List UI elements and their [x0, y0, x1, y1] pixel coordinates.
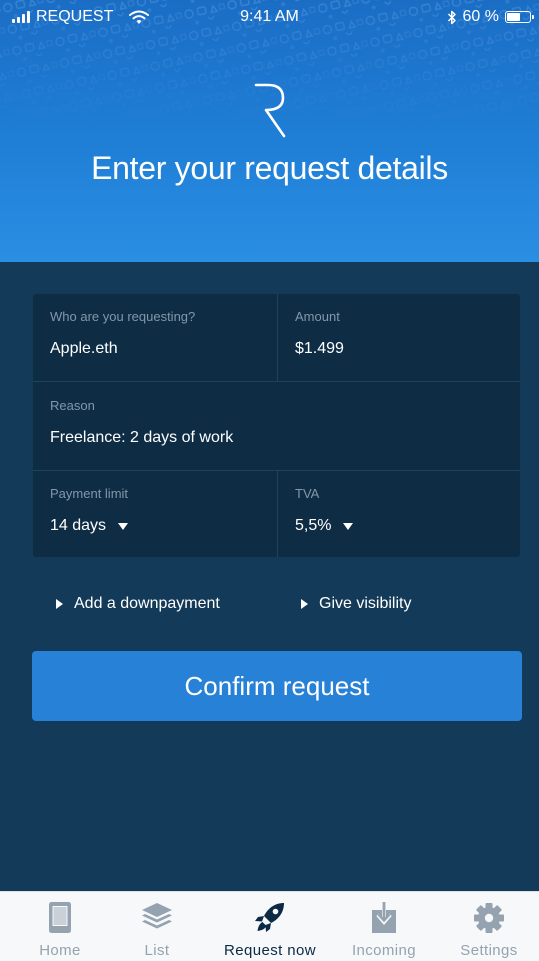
tva-select[interactable]: TVA 5,5%	[278, 471, 520, 557]
divider	[277, 294, 278, 381]
tab-settings-label: Settings	[460, 942, 518, 959]
tva-value-wrap: 5,5%	[295, 517, 354, 535]
reason-label: Reason	[50, 398, 95, 413]
caret-down-icon	[343, 522, 354, 530]
status-bar: REQUEST 9:41 AM 60 %	[0, 0, 539, 34]
requestee-field[interactable]: Who are you requesting? Apple.eth	[33, 294, 277, 381]
rocket-icon	[255, 903, 284, 932]
gear-icon	[474, 903, 504, 933]
reason-field[interactable]: Reason Freelance: 2 days of work	[33, 382, 520, 470]
battery-percent: 60 %	[462, 8, 499, 25]
payment-limit-select[interactable]: Payment limit 14 days	[33, 471, 277, 557]
tab-request-now[interactable]: Request now	[216, 892, 324, 961]
amount-field[interactable]: Amount $1.499	[278, 294, 520, 381]
header: REQUEST 9:41 AM 60 % Enter your request …	[0, 0, 539, 262]
requestee-label: Who are you requesting?	[50, 309, 196, 324]
layers-icon	[142, 903, 172, 929]
tab-incoming[interactable]: Incoming	[330, 892, 438, 961]
tva-value: 5,5%	[295, 517, 332, 534]
request-form: Who are you requesting? Apple.eth Amount…	[33, 294, 520, 557]
tab-list[interactable]: List	[103, 892, 211, 961]
caret-down-icon	[118, 522, 129, 530]
divider	[277, 471, 278, 557]
amount-label: Amount	[295, 309, 340, 324]
battery-icon	[505, 11, 534, 23]
tab-home[interactable]: Home	[6, 892, 114, 961]
requestee-value: Apple.eth	[50, 340, 118, 357]
tab-request-now-label: Request now	[224, 942, 316, 959]
tab-settings[interactable]: Settings	[435, 892, 539, 961]
confirm-request-button[interactable]: Confirm request	[32, 651, 522, 721]
caret-right-icon	[301, 599, 308, 609]
add-downpayment-toggle[interactable]: Add a downpayment	[56, 595, 220, 613]
payment-limit-value: 14 days	[50, 517, 107, 534]
payment-limit-value-wrap: 14 days	[50, 517, 129, 535]
add-downpayment-label: Add a downpayment	[74, 595, 220, 612]
tab-incoming-label: Incoming	[351, 942, 417, 959]
payment-limit-label: Payment limit	[50, 486, 129, 501]
caret-right-icon	[56, 599, 63, 609]
amount-value: $1.499	[295, 340, 344, 357]
tab-bar: Home List Request now Incoming Settings	[0, 891, 539, 961]
tva-label: TVA	[295, 486, 320, 501]
page-title: Enter your request details	[91, 150, 448, 186]
give-visibility-label: Give visibility	[319, 595, 412, 612]
request-logo-icon	[254, 83, 286, 138]
bluetooth-icon	[447, 10, 456, 24]
tab-home-label: Home	[39, 942, 81, 959]
tablet-icon	[49, 902, 71, 933]
reason-value: Freelance: 2 days of work	[50, 429, 234, 446]
give-visibility-toggle[interactable]: Give visibility	[301, 595, 411, 613]
tab-list-label: List	[144, 942, 170, 959]
download-icon	[372, 902, 396, 933]
